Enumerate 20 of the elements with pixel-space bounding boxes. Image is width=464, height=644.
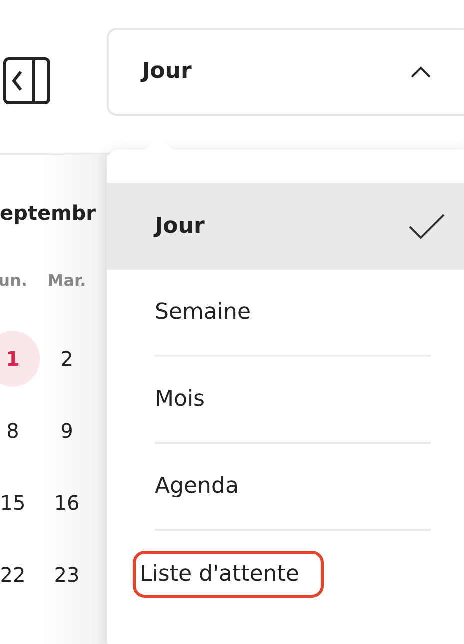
highlight-ring: Liste d'attente [133,551,324,598]
weekday-label: Mar. [46,271,88,292]
menu-item[interactable]: Semaine [155,270,431,357]
menu-item[interactable]: Mois [155,357,431,444]
menu-item[interactable]: Agenda [155,444,431,531]
day-number[interactable]: 23 [40,547,94,603]
day-number[interactable]: 16 [40,475,94,531]
day-number[interactable]: 1 [0,331,40,387]
month-title: eptembr [0,200,98,227]
checkmark-icon [409,214,445,240]
menu-item[interactable]: Jour [107,183,464,270]
day-number[interactable]: 8 [0,403,40,459]
day-number[interactable]: 15 [0,475,40,531]
day-number[interactable]: 2 [40,331,94,387]
menu-item[interactable]: Liste d'attente [133,551,431,598]
weekday-label: un. [0,271,28,292]
view-select[interactable]: Jour [107,28,464,116]
day-number[interactable]: 22 [0,547,40,603]
day-number[interactable]: 9 [40,403,94,459]
sidebar-toggle-icon[interactable] [3,56,51,104]
